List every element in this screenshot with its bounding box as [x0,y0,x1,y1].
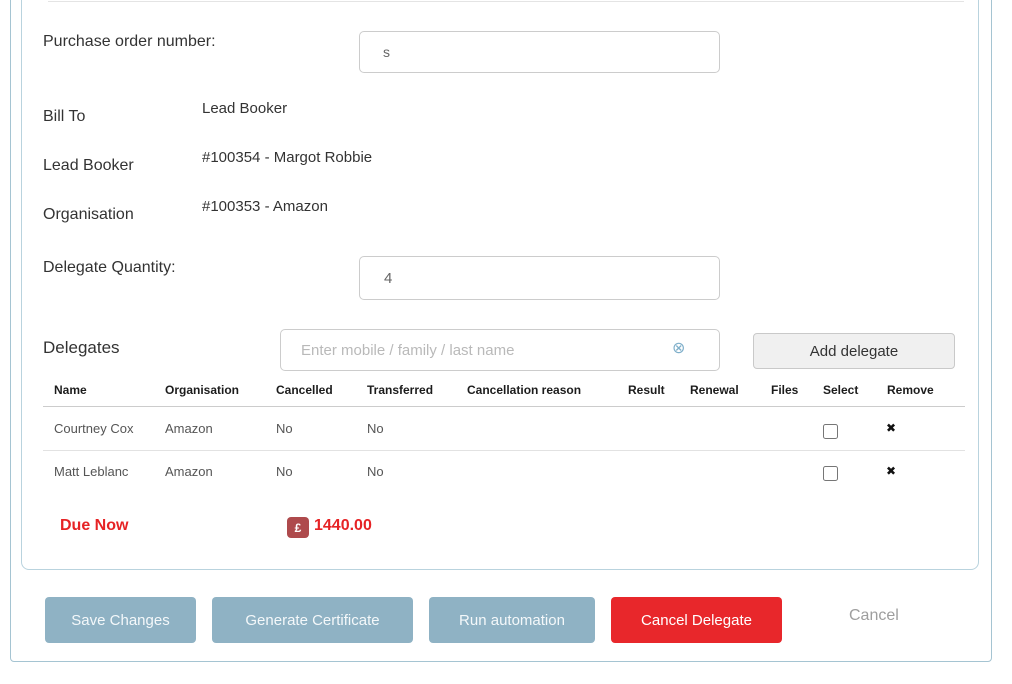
purchase-order-input[interactable] [359,31,720,73]
cancel-button[interactable]: Cancel [843,606,905,626]
organisation-label: Organisation [43,206,134,224]
bill-to-value: Lead Booker [202,100,287,117]
table-header-divider [43,406,965,407]
lead-booker-value: #100354 - Margot Robbie [202,149,372,166]
remove-icon[interactable]: ✖ [886,421,896,435]
select-checkbox[interactable] [823,424,838,439]
col-header-files: Files [771,383,798,397]
add-delegate-button[interactable]: Add delegate [753,333,955,369]
organisation-value: #100353 - Amazon [202,198,328,215]
remove-icon[interactable]: ✖ [886,464,896,478]
cell-cancelled: No [276,464,293,479]
col-header-name: Name [54,383,87,397]
col-header-organisation: Organisation [165,383,239,397]
generate-certificate-button[interactable]: Generate Certificate [212,597,413,643]
cell-organisation: Amazon [165,464,213,479]
clear-search-icon[interactable]: ⊗ [672,341,685,357]
purchase-order-label: Purchase order number: [43,33,216,51]
col-header-select: Select [823,383,858,397]
due-now-label: Due Now [60,517,128,535]
delegate-search-input[interactable] [280,329,720,371]
save-changes-button[interactable]: Save Changes [45,597,196,643]
col-header-result: Result [628,383,665,397]
cell-transferred: No [367,421,384,436]
delegate-quantity-input[interactable] [359,256,720,300]
booking-edit-screen: Purchase order number: Bill To Lead Book… [0,0,1012,684]
lead-booker-label: Lead Booker [43,157,134,175]
cancel-delegate-button[interactable]: Cancel Delegate [611,597,782,643]
due-amount: 1440.00 [314,517,372,535]
select-checkbox[interactable] [823,466,838,481]
cell-name: Courtney Cox [54,421,133,436]
col-header-cancellation-reason: Cancellation reason [467,383,581,397]
run-automation-button[interactable]: Run automation [429,597,595,643]
col-header-cancelled: Cancelled [276,383,333,397]
row-divider [43,450,965,451]
cell-transferred: No [367,464,384,479]
delegates-heading: Delegates [43,338,120,358]
col-header-remove: Remove [887,383,934,397]
cell-cancelled: No [276,421,293,436]
bill-to-label: Bill To [43,108,85,126]
col-header-renewal: Renewal [690,383,739,397]
delegate-quantity-label: Delegate Quantity: [43,259,176,277]
currency-badge: £ [287,517,309,538]
cell-name: Matt Leblanc [54,464,128,479]
col-header-transferred: Transferred [367,383,433,397]
cell-organisation: Amazon [165,421,213,436]
top-divider [48,1,964,2]
